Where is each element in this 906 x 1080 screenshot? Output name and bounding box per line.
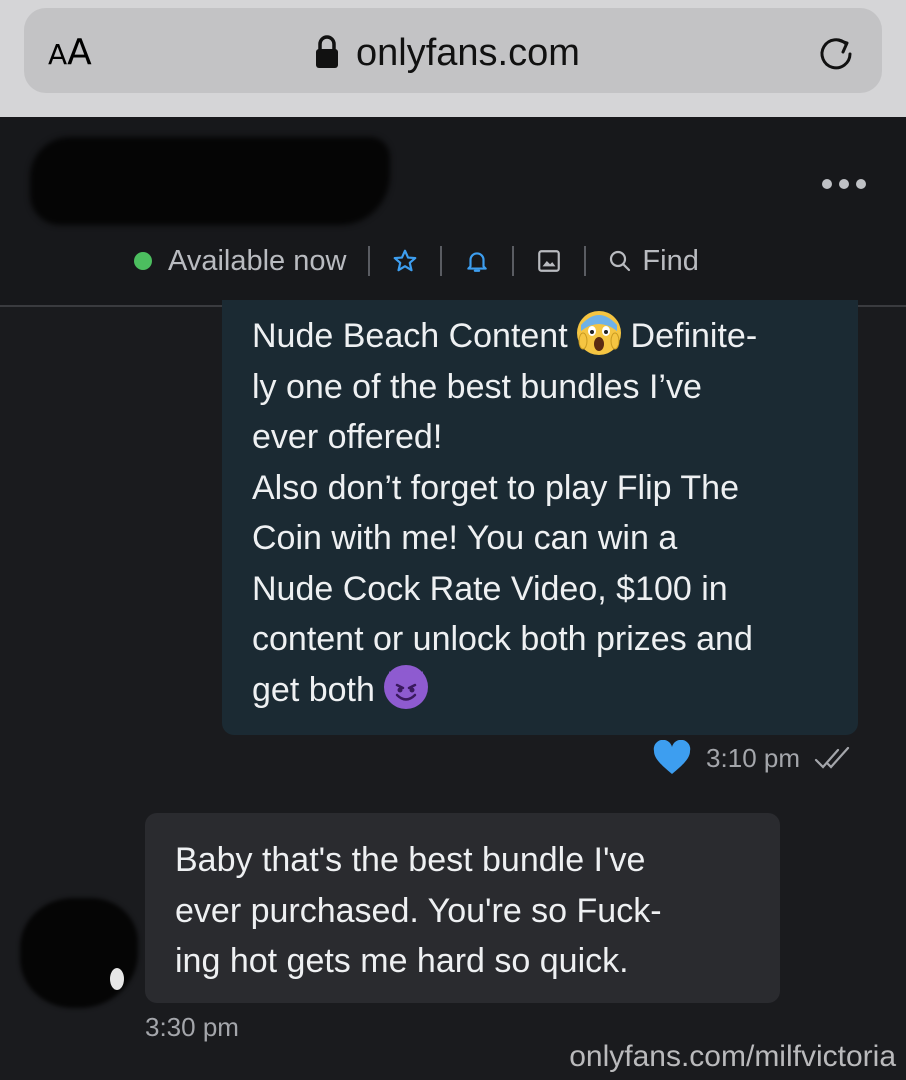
header-toolbar: Available now Find — [134, 241, 699, 281]
divider — [584, 246, 587, 276]
browser-toolbar: AA onlyfans.com — [0, 0, 906, 117]
screaming-face-emoji-icon — [577, 311, 622, 355]
outgoing-message-meta: 3:10 pm — [652, 739, 858, 776]
message-line: Nude Beach Content — [252, 317, 578, 355]
chat-header: Available now Find — [0, 117, 906, 307]
star-icon[interactable] — [392, 248, 418, 274]
message-line: get both — [252, 670, 385, 709]
message-line: Definite- — [621, 317, 758, 355]
avatar-highlight — [110, 968, 124, 990]
reload-icon[interactable] — [816, 32, 856, 72]
find-button[interactable]: Find — [608, 244, 699, 278]
availability-status: Available now — [168, 244, 347, 277]
smiling-devil-emoji-icon — [384, 664, 429, 709]
read-receipt-icon — [814, 744, 858, 772]
more-options-icon[interactable] — [822, 177, 866, 191]
lock-icon — [314, 34, 344, 74]
search-icon — [610, 250, 631, 272]
watermark: onlyfans.com/milfvictoria — [569, 1040, 896, 1073]
divider — [512, 246, 515, 276]
bell-icon[interactable] — [464, 248, 490, 274]
media-gallery-icon[interactable] — [536, 248, 562, 274]
redacted-avatar — [20, 898, 138, 1008]
heart-icon[interactable] — [652, 739, 692, 776]
redacted-username — [30, 137, 390, 225]
incoming-message-text: Baby that's the best bundle I've ever pu… — [175, 841, 662, 980]
outgoing-message-bubble[interactable]: Nude Beach Content Definite- ly one of t… — [222, 300, 858, 735]
url-display[interactable]: onlyfans.com — [314, 32, 580, 75]
address-bar[interactable]: AA onlyfans.com — [24, 8, 882, 93]
divider — [368, 246, 371, 276]
text-size-small-a: A — [48, 38, 68, 71]
divider — [440, 246, 443, 276]
find-label: Find — [642, 244, 699, 277]
url-text: onlyfans.com — [356, 32, 580, 74]
outgoing-message-text: Nude Beach Content Definite- ly one of t… — [252, 311, 842, 715]
message-timestamp: 3:10 pm — [706, 742, 800, 773]
message-timestamp: 3:30 pm — [145, 1012, 239, 1042]
incoming-message-bubble[interactable]: Baby that's the best bundle I've ever pu… — [145, 813, 780, 1003]
text-size-button[interactable]: AA — [48, 32, 92, 73]
text-size-big-a: A — [67, 32, 92, 73]
online-status-dot-icon — [134, 252, 152, 270]
message-body: ly one of the best bundles I’ve ever off… — [252, 367, 753, 659]
